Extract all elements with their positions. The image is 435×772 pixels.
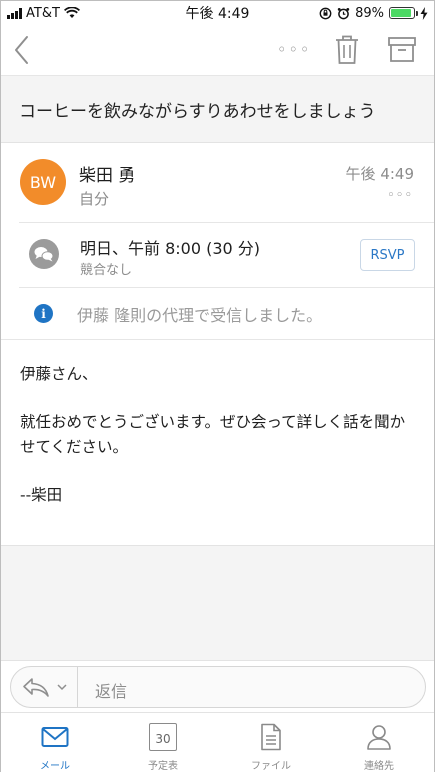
tab-mail[interactable]: メール bbox=[1, 713, 109, 772]
tab-files[interactable]: ファイル bbox=[217, 713, 325, 772]
body-signature: --柴田 bbox=[20, 486, 63, 504]
info-row: i 伊藤 隆則の代理で受信しました。 bbox=[1, 288, 434, 338]
reply-input[interactable]: 返信 bbox=[95, 678, 127, 702]
battery-icon bbox=[389, 7, 418, 19]
tab-contacts[interactable]: 連絡先 bbox=[325, 713, 433, 772]
rsvp-button[interactable]: RSVP bbox=[360, 239, 415, 271]
more-icon[interactable]: ◦◦◦ bbox=[277, 39, 311, 61]
sender-row: BW 柴田 勇 自分 午後 4:49 ◦◦◦ bbox=[1, 144, 434, 222]
status-right: 89% bbox=[319, 6, 428, 21]
subject-band: コーヒーを飲みながらすりあわせをしましょう bbox=[1, 75, 434, 143]
calendar-icon: 30 bbox=[149, 723, 177, 751]
avatar[interactable]: BW bbox=[20, 159, 66, 205]
message-subject: コーヒーを飲みながらすりあわせをしましょう bbox=[19, 101, 376, 122]
event-time: 明日、午前 8:00 (30 分) bbox=[80, 239, 261, 258]
tab-label: ファイル bbox=[251, 761, 291, 772]
empty-area bbox=[1, 545, 434, 660]
meeting-icon bbox=[29, 239, 59, 269]
contact-icon bbox=[367, 725, 391, 750]
orientation-lock-icon bbox=[319, 7, 332, 19]
event-conflict: 競合なし bbox=[80, 263, 133, 278]
reply-bar: 返信 bbox=[1, 660, 434, 712]
tab-label: メール bbox=[40, 761, 70, 772]
archive-icon[interactable] bbox=[387, 35, 417, 65]
status-bar: AT&T 午後 4:49 89% bbox=[1, 1, 434, 25]
message-time: 午後 4:49 bbox=[345, 165, 414, 183]
trash-icon[interactable] bbox=[334, 33, 360, 67]
delegate-notice: 伊藤 隆則の代理で受信しました。 bbox=[77, 306, 323, 325]
tab-label: 予定表 bbox=[148, 761, 178, 772]
tab-label: 連絡先 bbox=[364, 761, 394, 772]
message-more-icon[interactable]: ◦◦◦ bbox=[387, 188, 413, 203]
back-chevron-icon[interactable] bbox=[11, 33, 35, 67]
battery-fill bbox=[391, 9, 411, 17]
chevron-down-icon[interactable] bbox=[56, 681, 68, 693]
battery-percent: 89% bbox=[355, 5, 384, 21]
body-greeting: 伊藤さん、 bbox=[20, 365, 98, 383]
charging-icon bbox=[420, 6, 428, 20]
recipient-label: 自分 bbox=[79, 190, 110, 208]
info-icon: i bbox=[34, 304, 53, 323]
event-row[interactable]: 明日、午前 8:00 (30 分) 競合なし RSVP bbox=[1, 223, 434, 287]
message-body: 伊藤さん、 就任おめでとうございます。ぜひ会って詳しく話を聞かせてください。 -… bbox=[1, 339, 434, 545]
mail-icon bbox=[41, 727, 69, 747]
file-icon bbox=[261, 723, 281, 751]
reply-icon[interactable] bbox=[21, 675, 51, 699]
body-paragraph: 就任おめでとうございます。ぜひ会って詳しく話を聞かせてください。 bbox=[20, 413, 406, 456]
tab-bar: メール 30 予定表 ファイル 連絡先 bbox=[1, 712, 434, 772]
sender-name[interactable]: 柴田 勇 bbox=[79, 161, 135, 186]
nav-bar: ◦◦◦ bbox=[1, 25, 434, 75]
tab-calendar[interactable]: 30 予定表 bbox=[109, 713, 217, 772]
reply-separator bbox=[77, 667, 78, 707]
alarm-icon bbox=[337, 7, 350, 19]
reply-field[interactable]: 返信 bbox=[10, 666, 426, 708]
